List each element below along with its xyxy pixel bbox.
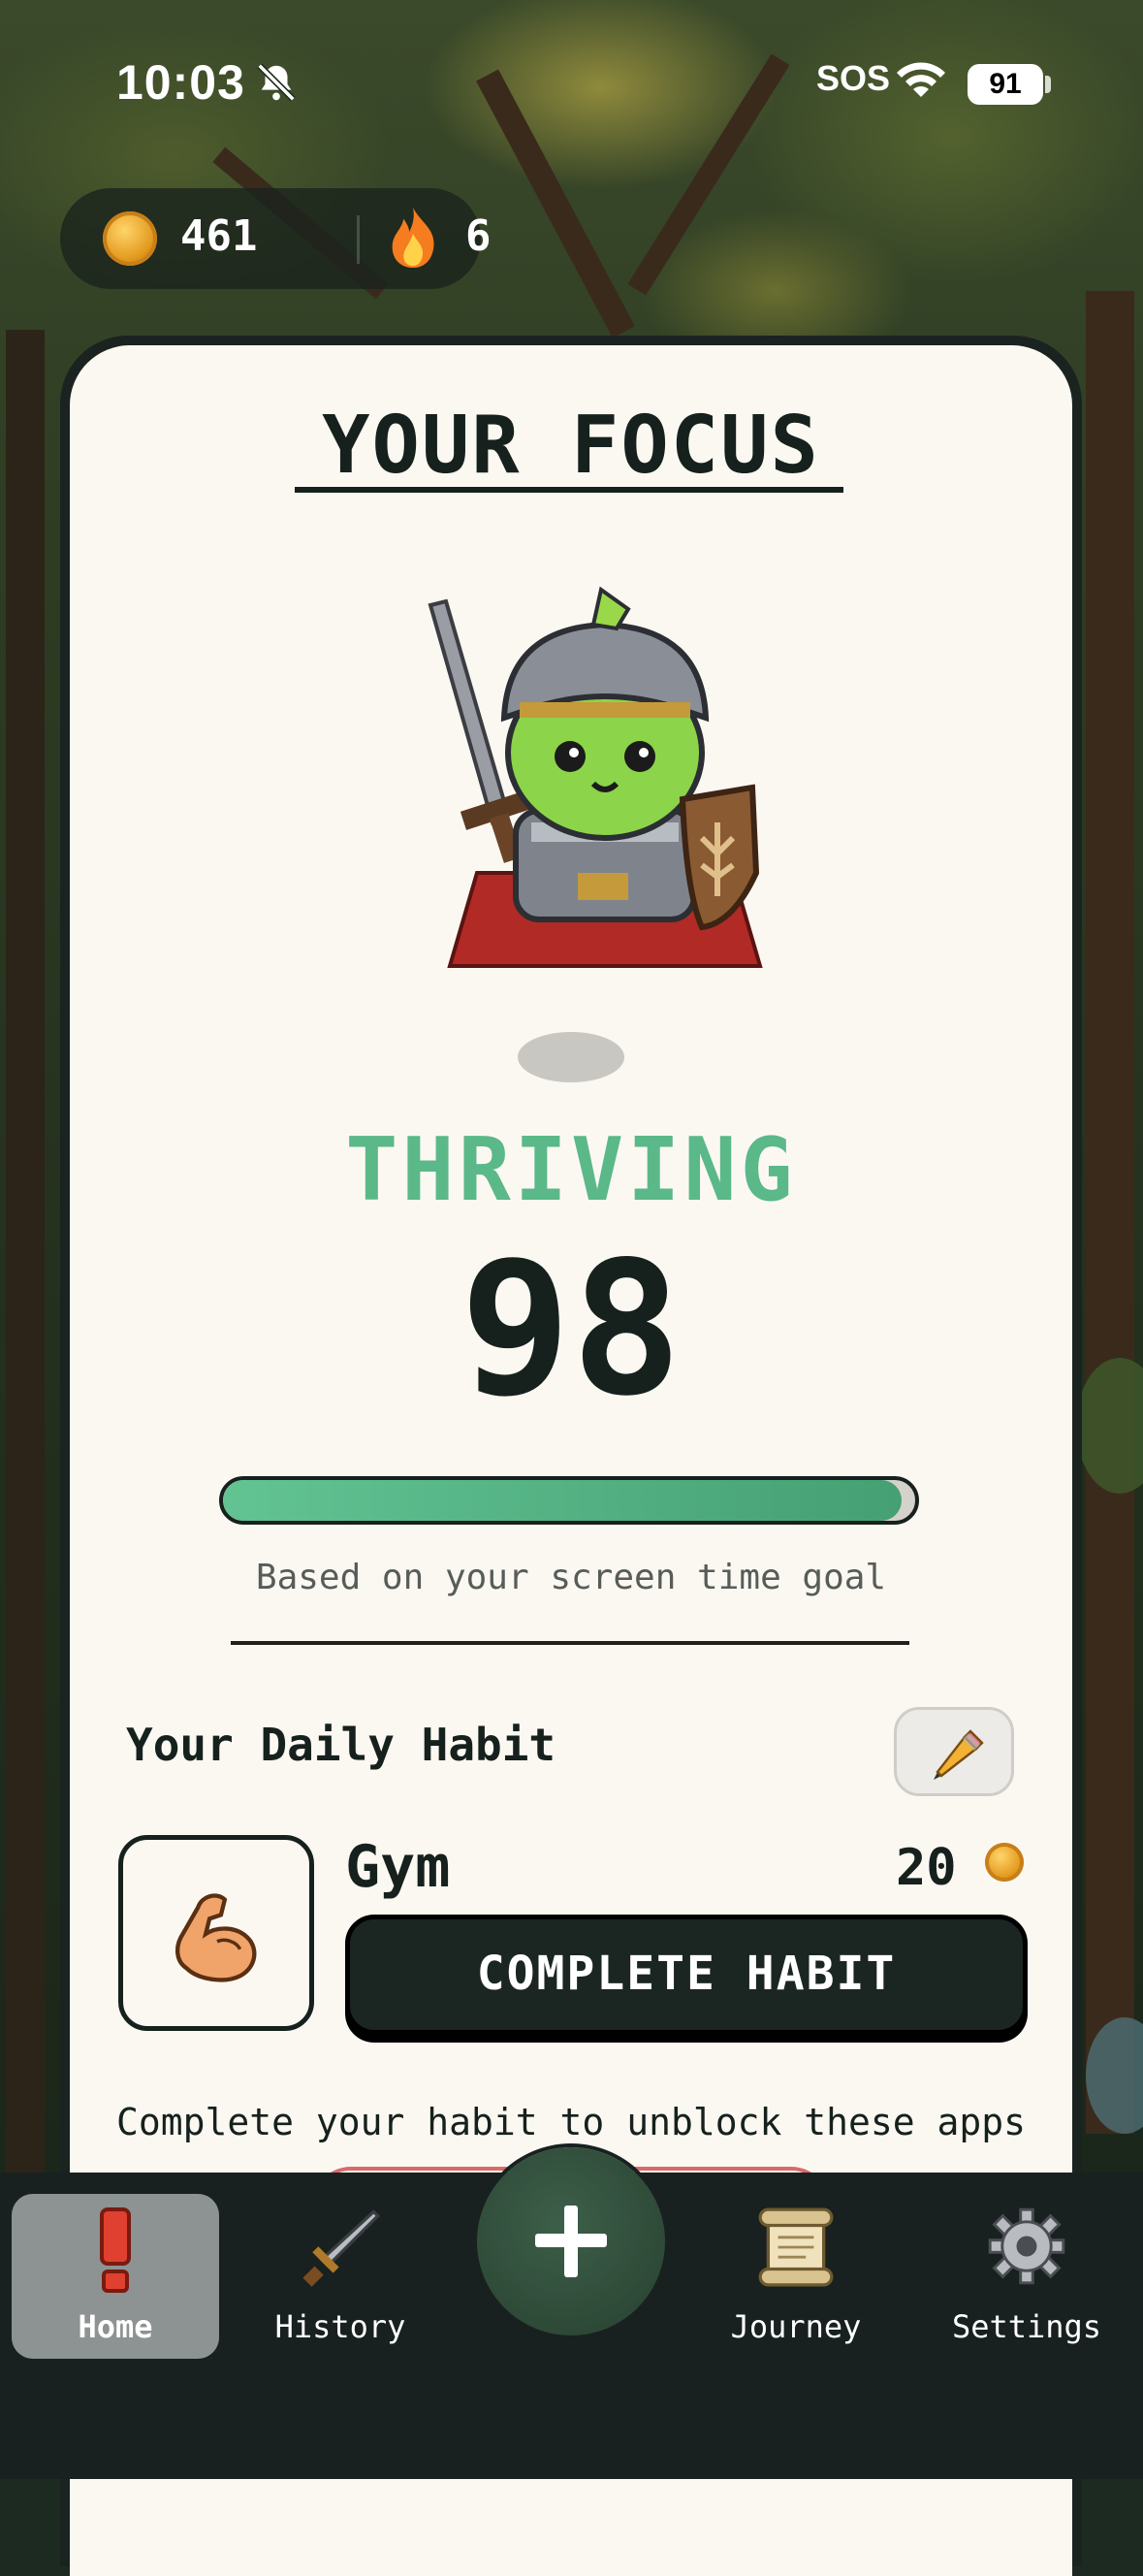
habit-reward: 20 [896,1839,957,1897]
focus-status: THRIVING [345,1119,797,1221]
nav-label-home: Home [78,2308,153,2345]
scroll-icon [758,2207,834,2287]
nav-label-settings: Settings [951,2308,1102,2345]
streak-count: 6 [465,211,492,261]
coin-icon [103,211,157,266]
add-button[interactable] [477,2147,665,2335]
plus-icon-vertical [564,2206,578,2277]
mascot-shadow [518,1032,624,1082]
nav-settings[interactable]: Settings [923,2194,1130,2359]
sos-indicator: SOS [816,58,891,98]
focus-progress-fill [223,1480,902,1521]
battery-tip [1045,76,1051,93]
nav-history[interactable]: History [237,2194,444,2359]
nav-journey[interactable]: Journey [692,2194,900,2359]
habit-heading: Your Daily Habit [126,1719,556,1771]
title-underline [295,487,843,493]
flame-icon [392,207,434,269]
currency-pill: 461 6 [60,188,492,289]
focus-score: 98 [460,1222,683,1436]
nav-label-history: History [274,2308,406,2345]
status-time: 10:03 [116,55,245,110]
complete-habit-button[interactable]: COMPLETE HABIT [345,1915,1028,2035]
unblock-text: Complete your habit to unblock these app… [116,2101,1026,2143]
nav-home[interactable]: Home [12,2194,219,2359]
progress-caption: Based on your screen time goal [255,1558,887,1597]
bell-muted-icon [257,63,296,102]
coin-balance: 461 [180,211,258,261]
gear-icon [988,2207,1065,2285]
status-bar: 10:03 SOS 91 [0,0,1143,165]
habit-icon-box [118,1835,314,2031]
focus-progress-bar [219,1476,919,1525]
pill-separator [357,215,360,264]
knight-mascot [428,586,763,968]
sword-icon [302,2209,380,2287]
nav-label-journey: Journey [730,2308,862,2345]
coin-icon [985,1843,1024,1882]
wifi-icon [897,62,945,97]
exclamation-icon [100,2207,131,2293]
section-divider [231,1641,909,1645]
pencil-icon [934,1729,984,1780]
page-title: YOUR FOCUS [322,400,820,492]
habit-name: Gym [345,1833,451,1901]
flexed-biceps-icon [175,1893,257,1982]
edit-habit-button[interactable] [894,1707,1014,1796]
battery-level: 91 [968,64,1043,105]
